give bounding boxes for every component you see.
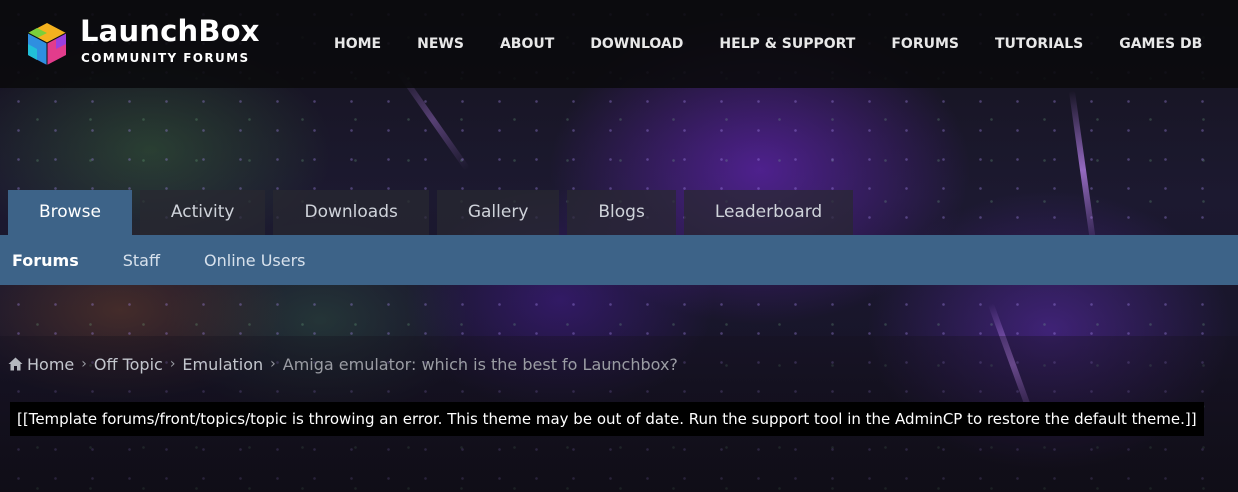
subnav-online-users[interactable]: Online Users	[182, 251, 328, 270]
secondary-nav: Forums Staff Online Users	[0, 235, 1238, 285]
main-nav: HOME NEWS ABOUT DOWNLOAD HELP & SUPPORT …	[316, 0, 1238, 88]
tab-activity[interactable]: Activity	[139, 190, 266, 235]
template-error-message: [[Template forums/front/topics/topic is …	[10, 402, 1204, 436]
nav-forums[interactable]: FORUMS	[873, 36, 977, 52]
logo-subtitle: COMMUNITY FORUMS	[81, 51, 250, 65]
nav-help-support[interactable]: HELP & SUPPORT	[701, 36, 873, 52]
primary-tabs: Browse Activity Downloads Gallery Blogs …	[8, 190, 861, 235]
subnav-forums[interactable]: Forums	[0, 251, 101, 270]
tab-blogs[interactable]: Blogs	[567, 190, 676, 235]
tab-browse[interactable]: Browse	[8, 190, 132, 235]
logo-title: LaunchBox	[80, 14, 260, 48]
tab-leaderboard[interactable]: Leaderboard	[683, 190, 854, 235]
breadcrumb: Home › Off Topic › Emulation › Amiga emu…	[8, 353, 678, 375]
chevron-right-icon: ›	[169, 356, 176, 372]
nav-news[interactable]: NEWS	[399, 36, 482, 52]
nav-games-db[interactable]: GAMES DB	[1101, 36, 1220, 52]
chevron-right-icon: ›	[270, 356, 276, 372]
breadcrumb-off-topic[interactable]: Off Topic	[94, 355, 163, 374]
launchbox-cube-icon	[27, 23, 67, 65]
nav-download[interactable]: DOWNLOAD	[572, 36, 701, 52]
site-header: LaunchBox COMMUNITY FORUMS HOME NEWS ABO…	[0, 0, 1238, 88]
nav-about[interactable]: ABOUT	[482, 36, 572, 52]
nav-truncated[interactable]: PR	[1220, 36, 1238, 52]
tab-downloads[interactable]: Downloads	[273, 190, 429, 235]
nav-home[interactable]: HOME	[316, 36, 399, 52]
home-icon	[8, 357, 23, 371]
breadcrumb-current-topic: Amiga emulator: which is the best fo Lau…	[282, 354, 678, 374]
site-logo[interactable]: LaunchBox COMMUNITY FORUMS	[26, 14, 286, 72]
tab-gallery[interactable]: Gallery	[436, 190, 560, 235]
subnav-staff[interactable]: Staff	[101, 251, 182, 270]
chevron-right-icon: ›	[81, 356, 87, 372]
nav-tutorials[interactable]: TUTORIALS	[977, 36, 1101, 52]
breadcrumb-emulation[interactable]: Emulation	[182, 355, 263, 374]
page: LaunchBox COMMUNITY FORUMS HOME NEWS ABO…	[0, 0, 1238, 492]
breadcrumb-home[interactable]: Home	[27, 355, 74, 374]
